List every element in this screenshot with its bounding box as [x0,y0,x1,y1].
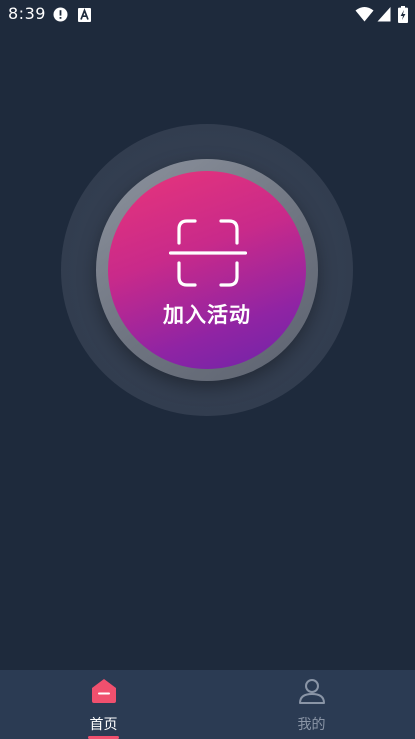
status-time: 8:39 [8,4,46,23]
join-activity-label: 加入活动 [163,303,251,327]
scan-frame-icon [168,217,248,289]
cell-signal-icon [377,6,391,26]
join-activity-button[interactable]: 加入活动 [108,171,306,369]
wifi-icon [355,6,374,26]
nav-label-mine: 我的 [297,717,326,733]
home-icon [89,676,119,710]
scan-area: 加入活动 [61,124,353,416]
app-screen: 8:39 加入活动 首页 我的 [0,0,415,739]
font-a-icon [78,7,91,26]
status-bar: 8:39 [0,0,415,30]
nav-label-home: 首页 [89,717,118,733]
battery-charging-icon [398,6,408,27]
nav-item-home[interactable]: 首页 [0,670,207,739]
user-icon [297,676,327,710]
bottom-nav: 首页 我的 [0,670,415,739]
nav-item-mine[interactable]: 我的 [208,670,415,739]
alert-circle-icon [53,7,68,26]
